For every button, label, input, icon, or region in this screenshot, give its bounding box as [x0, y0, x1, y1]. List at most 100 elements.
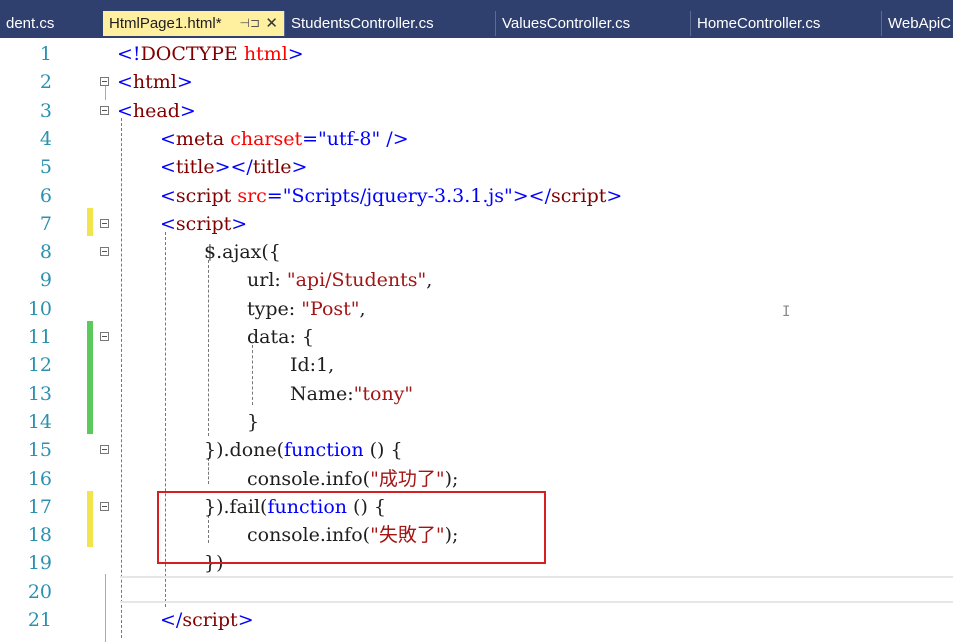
- collapse-toggle-icon[interactable]: [100, 501, 109, 511]
- code-token: />: [380, 127, 409, 150]
- code-token: function: [284, 439, 364, 462]
- code-token: <: [160, 184, 176, 207]
- code-token: Name:: [290, 382, 354, 405]
- code-token: <: [160, 156, 176, 179]
- code-token: meta: [175, 127, 225, 150]
- code-token: >: [606, 184, 623, 207]
- code-line[interactable]: Id:1,: [290, 351, 334, 379]
- tab-studentscontroller-cs[interactable]: StudentsController.cs: [284, 11, 495, 36]
- tab-webapic[interactable]: WebApiC: [881, 11, 953, 36]
- collapse-toggle-icon[interactable]: [100, 445, 109, 455]
- code-token: DOCTYPE: [140, 43, 238, 65]
- code-token: title: [175, 156, 215, 179]
- code-token: }: [247, 410, 260, 433]
- code-token: src: [231, 184, 267, 207]
- code-token: <: [117, 71, 133, 94]
- code-line[interactable]: }).done(function () {: [204, 436, 403, 464]
- line-number: 20: [27, 580, 52, 603]
- code-token: <: [117, 99, 133, 122]
- outline-guide: [105, 574, 106, 642]
- code-token: <: [160, 212, 176, 235]
- code-token: >: [176, 71, 193, 94]
- code-token: </: [160, 609, 183, 631]
- text-cursor-icon: I: [782, 304, 791, 320]
- line-number: 1: [39, 43, 52, 65]
- line-number: 17: [27, 495, 52, 518]
- code-line[interactable]: type: "Post",: [247, 295, 366, 323]
- code-token: ,: [426, 269, 433, 292]
- code-token: script: [551, 184, 607, 207]
- code-token: html: [132, 71, 177, 94]
- code-token: );: [444, 467, 459, 490]
- line-number: 6: [39, 184, 52, 207]
- collapse-toggle-icon[interactable]: [100, 77, 109, 87]
- line-number: 14: [27, 410, 52, 433]
- change-marker-unsaved: [87, 208, 93, 236]
- code-token: "api/Students": [286, 269, 427, 292]
- line-number: 15: [27, 439, 52, 462]
- close-icon[interactable]: ✕: [265, 11, 278, 36]
- code-editor[interactable]: 1 2 3 4 5 6 7 8 9 10 11 12 13 14 15 16 17 18 19 20 21 <!DOCT…: [0, 38, 953, 642]
- code-token: data: {: [247, 326, 314, 348]
- code-line[interactable]: <title></title>: [160, 153, 307, 181]
- collapse-toggle-icon[interactable]: [100, 105, 109, 115]
- code-token: script: [175, 184, 232, 207]
- document-tab-bar: dent.cs HtmlPage1.html* ⊣⊐ ✕ StudentsCon…: [0, 0, 953, 38]
- code-token: >: [287, 43, 304, 65]
- line-number: 9: [39, 269, 52, 292]
- code-token: }).done(: [204, 439, 285, 462]
- collapse-toggle-icon[interactable]: [100, 218, 109, 228]
- code-line[interactable]: data: {: [247, 323, 314, 351]
- code-line[interactable]: url: "api/Students",: [247, 266, 432, 294]
- code-token: "成功了": [370, 467, 445, 490]
- code-line[interactable]: Name:"tony": [290, 380, 413, 408]
- code-token: "Post": [301, 297, 360, 320]
- code-token: =: [266, 184, 283, 207]
- code-token: $.ajax({: [204, 241, 281, 264]
- code-token: ></: [512, 184, 552, 207]
- indent-guide: [252, 345, 253, 405]
- code-line[interactable]: $.ajax({: [204, 238, 281, 266]
- code-token: ></: [214, 156, 253, 179]
- change-marker-unsaved: [87, 491, 93, 547]
- line-number: 7: [39, 212, 52, 235]
- code-line[interactable]: </script>: [160, 606, 254, 634]
- collapse-toggle-icon[interactable]: [100, 332, 109, 341]
- code-line[interactable]: <meta charset="utf-8" />: [160, 125, 409, 153]
- code-token: =: [302, 127, 319, 150]
- code-token: "tony": [353, 382, 414, 405]
- line-number: 5: [39, 156, 52, 179]
- code-line[interactable]: <!DOCTYPE html>: [117, 40, 304, 68]
- code-token: url:: [247, 269, 287, 292]
- code-token: ,: [359, 297, 366, 320]
- tab-htmlpage1-html[interactable]: HtmlPage1.html* ⊣⊐ ✕: [103, 11, 284, 36]
- code-token: console.info(: [247, 467, 371, 490]
- code-line[interactable]: }: [247, 408, 259, 436]
- pin-icon[interactable]: ⊣⊐: [239, 11, 260, 36]
- line-number: 4: [39, 127, 52, 150]
- tab-homecontroller-cs[interactable]: HomeController.cs: [690, 11, 881, 36]
- code-line[interactable]: <script>: [160, 210, 247, 238]
- current-line-highlight: [120, 576, 953, 578]
- line-number: 10: [27, 297, 52, 320]
- code-line[interactable]: console.info("成功了");: [247, 465, 458, 493]
- code-token: title: [252, 156, 292, 179]
- line-number: 12: [27, 354, 52, 377]
- code-token: head: [132, 99, 180, 122]
- code-line[interactable]: <script src="Scripts/jquery-3.3.1.js"></…: [160, 182, 622, 210]
- code-token: >: [179, 99, 196, 122]
- code-token: >: [291, 156, 308, 179]
- code-token: script: [175, 212, 232, 235]
- code-token: () {: [363, 439, 403, 462]
- code-token: html: [237, 43, 288, 65]
- code-token: type:: [247, 297, 302, 320]
- indent-guide: [121, 118, 122, 638]
- code-line[interactable]: <head>: [117, 97, 196, 125]
- tab-dent-cs[interactable]: dent.cs: [0, 11, 103, 36]
- line-number: 16: [27, 467, 52, 490]
- tab-valuescontroller-cs[interactable]: ValuesController.cs: [495, 11, 690, 36]
- line-number: 19: [27, 552, 52, 575]
- collapse-toggle-icon[interactable]: [100, 247, 109, 257]
- code-line[interactable]: <html>: [117, 68, 193, 96]
- line-number: 18: [27, 524, 52, 547]
